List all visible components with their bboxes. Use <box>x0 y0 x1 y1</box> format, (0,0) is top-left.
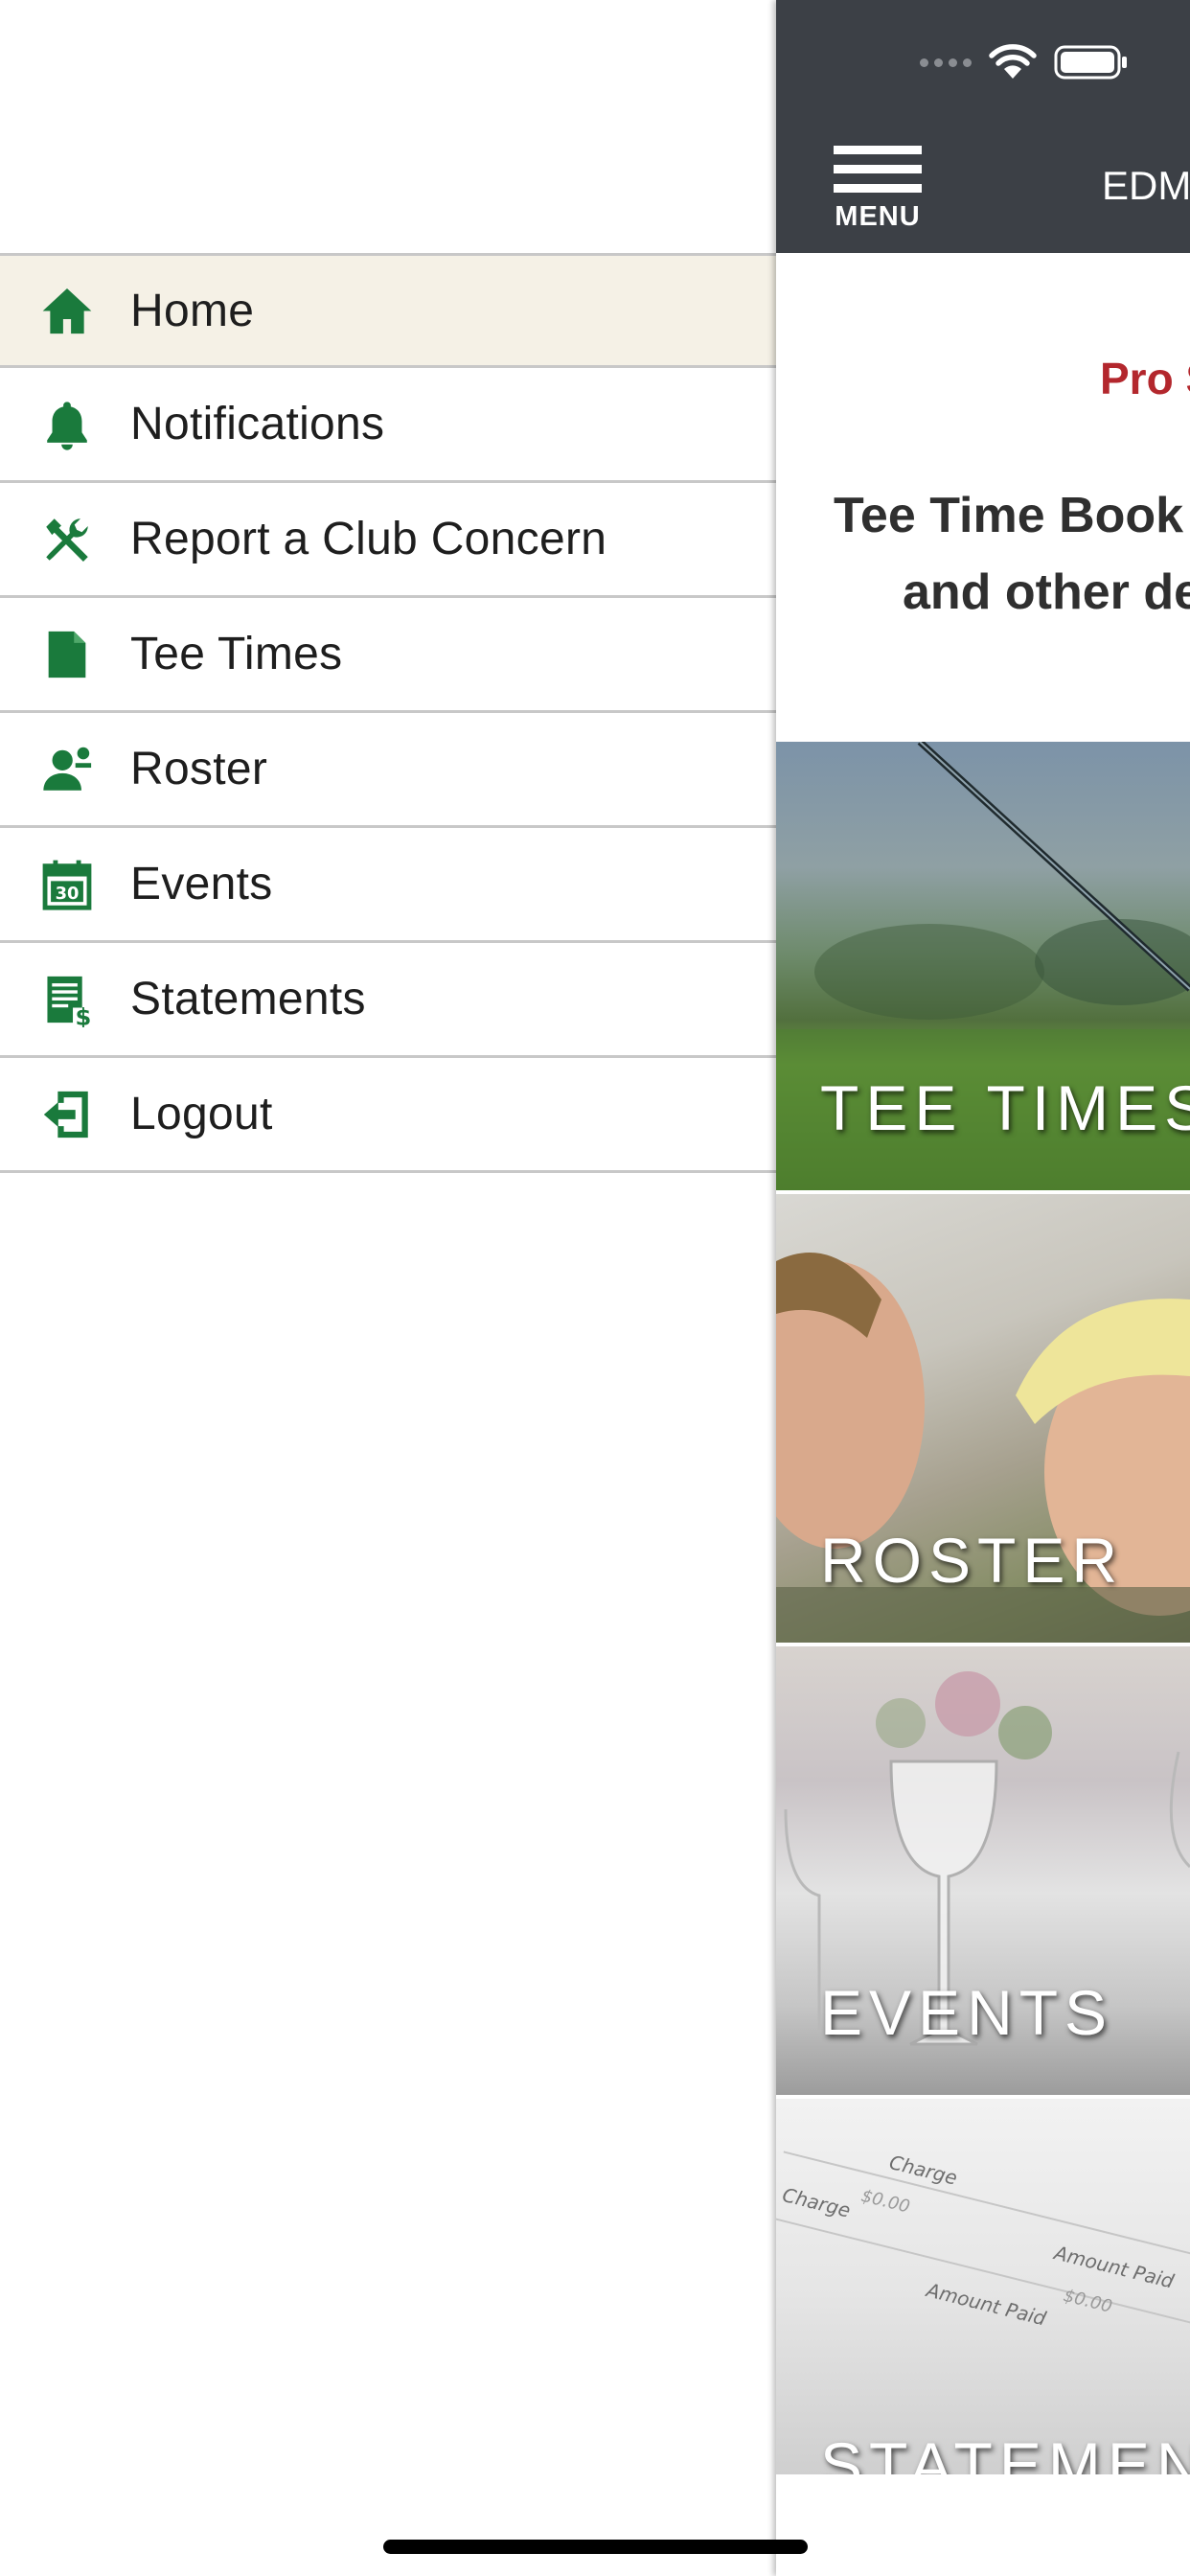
menu-button-label: MENU <box>835 201 921 232</box>
menu-item-label: Events <box>130 859 273 909</box>
paper-charge-2: Charge <box>780 2183 853 2222</box>
menu-item-label: Roster <box>130 744 268 794</box>
document-icon <box>0 598 130 710</box>
menu-item-statements[interactable]: $ Statements <box>0 943 776 1058</box>
menu-item-label: Home <box>130 285 255 336</box>
battery-icon <box>1054 45 1127 80</box>
menu-item-label: Logout <box>130 1089 273 1139</box>
paper-amount-paid-2: Amount Paid <box>923 2278 1049 2331</box>
menu-item-notifications[interactable]: Notifications <box>0 368 776 483</box>
roster-tile[interactable]: ROSTER <box>776 1194 1190 1643</box>
home-icon <box>0 256 130 365</box>
menu-item-home[interactable]: Home <box>0 253 776 368</box>
main-content: MENU EDM Pro S Tee Time Book and other d… <box>776 0 1190 2576</box>
logout-icon <box>0 1058 130 1170</box>
calendar-day: 30 <box>56 884 80 904</box>
home-indicator[interactable] <box>383 2540 808 2554</box>
side-menu: Home Notifications Report a Club Concern… <box>0 0 776 2576</box>
menu-item-roster[interactable]: Roster <box>0 713 776 828</box>
roster-tile-label: ROSTER <box>820 1525 1125 1596</box>
menu-item-label: Notifications <box>130 399 385 449</box>
notice-text-line-1: Tee Time Book <box>834 488 1184 543</box>
header-title: EDM <box>1102 163 1190 208</box>
menu-item-tee-times[interactable]: Tee Times <box>0 598 776 713</box>
calendar-icon: 30 <box>0 828 130 940</box>
statement-paper-photo: Charge Amount Paid $0.00 $0.00 Charge Am… <box>776 2150 1190 2331</box>
tee-times-tile[interactable]: TEE TIMES <box>776 742 1190 1190</box>
menu-item-logout[interactable]: Logout <box>0 1058 776 1173</box>
notice-title: Pro S <box>1100 354 1190 403</box>
tee-times-tile-label: TEE TIMES <box>820 1072 1190 1143</box>
statements-tile[interactable]: Charge Amount Paid $0.00 $0.00 Charge Am… <box>776 2099 1190 2474</box>
menu-button[interactable]: MENU <box>832 146 924 233</box>
paper-value-2: $0.00 <box>1062 2286 1114 2317</box>
statements-tile-label: STATEMEN <box>820 2429 1190 2474</box>
hamburger-icon <box>834 146 922 154</box>
menu-item-label: Report a Club Concern <box>130 514 607 564</box>
paper-amount-paid-1: Amount Paid <box>1050 2241 1177 2293</box>
top-bar: MENU EDM <box>776 0 1190 253</box>
bell-icon <box>0 368 130 480</box>
cellular-signal-icon <box>920 58 972 67</box>
menu-item-events[interactable]: 30 Events <box>0 828 776 943</box>
notice-text-line-2: and other de <box>903 564 1190 620</box>
tools-icon <box>0 483 130 595</box>
status-bar <box>920 44 1129 80</box>
notice-panel: Pro S Tee Time Book and other de <box>776 253 1190 742</box>
menu-item-label: Statements <box>130 974 366 1024</box>
wifi-icon <box>989 44 1037 79</box>
person-icon <box>0 713 130 825</box>
menu-item-report-concern[interactable]: Report a Club Concern <box>0 483 776 598</box>
events-tile[interactable]: EVENTS <box>776 1646 1190 2095</box>
events-tile-label: EVENTS <box>820 1977 1114 2048</box>
menu-item-label: Tee Times <box>130 629 343 679</box>
paper-charge-1: Charge <box>887 2150 960 2190</box>
svg-text:$: $ <box>76 1003 92 1026</box>
paper-value-1: $0.00 <box>859 2186 912 2218</box>
menu-list: Home Notifications Report a Club Concern… <box>0 253 776 1173</box>
statement-icon: $ <box>0 943 130 1055</box>
